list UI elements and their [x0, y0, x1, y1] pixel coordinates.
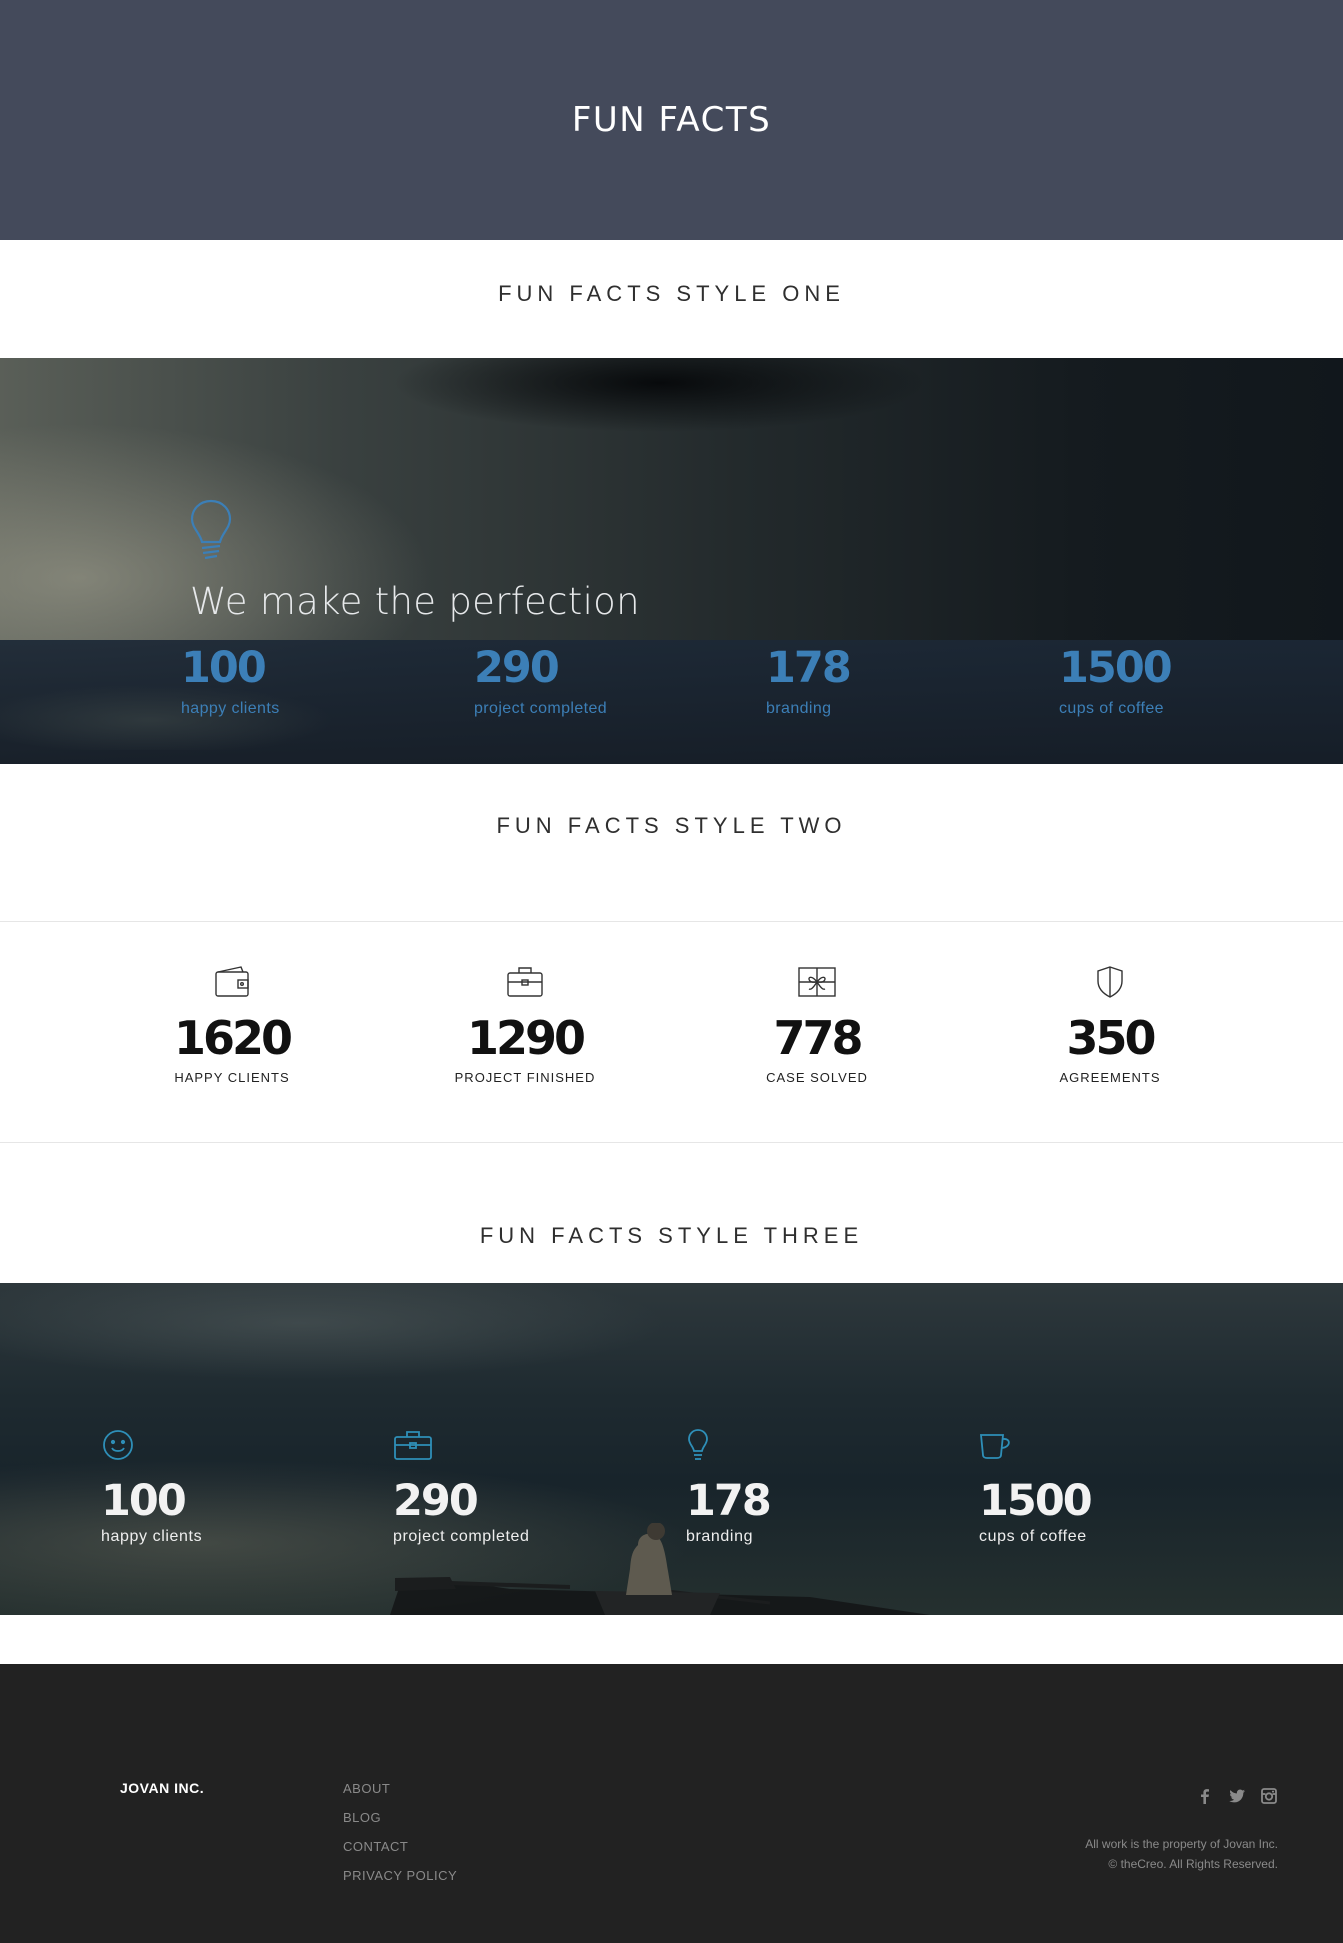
tagline: We make the perfection — [190, 580, 640, 623]
stat-label: HAPPY CLIENTS — [174, 1070, 290, 1085]
copyright-line-2: © theCreo. All Rights Reserved. — [1108, 1857, 1278, 1871]
stat-label: happy clients — [181, 700, 280, 717]
stat-case-solved: 778 CASE SOLVED — [707, 964, 927, 1085]
instagram-icon[interactable] — [1260, 1787, 1278, 1805]
stat-project-completed: 290 project completed — [393, 1428, 530, 1546]
section-title-style-two: FUN FACTS STYLE TWO — [496, 813, 847, 838]
stat-value: 1290 — [466, 1011, 586, 1065]
section-title-style-three: FUN FACTS STYLE THREE — [479, 1223, 864, 1248]
copyright: All work is the property of Jovan Inc. ©… — [1085, 1834, 1278, 1874]
shield-icon — [1097, 966, 1123, 998]
stat-agreements: 350 AGREEMENTS — [1000, 964, 1220, 1085]
footer-link-blog[interactable]: BLOG — [343, 1810, 457, 1839]
stat-value: 1620 — [173, 1011, 293, 1065]
footer-link-contact[interactable]: CONTACT — [343, 1839, 457, 1868]
stat-value: 290 — [393, 1476, 479, 1526]
facebook-icon[interactable] — [1196, 1787, 1214, 1805]
stat-value: 1500 — [979, 1476, 1093, 1526]
stat-value: 1500 — [1059, 643, 1173, 693]
briefcase-icon — [394, 1431, 432, 1460]
stat-label: happy clients — [101, 1528, 203, 1545]
stat-value: 178 — [766, 643, 852, 693]
briefcase-icon — [507, 967, 543, 997]
stat-label: branding — [686, 1528, 754, 1545]
stat-label: project completed — [393, 1528, 530, 1545]
stat-project-finished: 1290 PROJECT FINISHED — [415, 964, 635, 1085]
stat-cups-of-coffee: 1500 cups of coffee — [1059, 638, 1173, 718]
lightbulb-icon — [190, 499, 232, 560]
stat-value: 350 — [1066, 1011, 1156, 1065]
stat-happy-clients: 1620 HAPPY CLIENTS — [122, 964, 342, 1085]
stat-project-completed: 290 project completed — [474, 638, 607, 718]
footer-nav: ABOUT BLOG CONTACT PRIVACY POLICY — [343, 1781, 457, 1897]
section-title-style-one: FUN FACTS STYLE ONE — [498, 281, 845, 306]
fun-facts-style-two: 1620 HAPPY CLIENTS 1290 PROJECT FINISHED… — [0, 921, 1343, 1143]
gift-icon — [798, 967, 836, 997]
stat-value: 290 — [474, 643, 560, 693]
footer-link-about[interactable]: ABOUT — [343, 1781, 457, 1810]
stat-value: 178 — [686, 1476, 772, 1526]
footer-link-privacy-policy[interactable]: PRIVACY POLICY — [343, 1868, 457, 1897]
stat-label: AGREEMENTS — [1059, 1070, 1161, 1085]
copyright-line-1: All work is the property of Jovan Inc. — [1085, 1837, 1278, 1851]
coffee-cup-icon — [980, 1434, 1010, 1459]
stat-value: 100 — [181, 643, 267, 693]
stat-value: 778 — [773, 1011, 863, 1065]
stat-label: branding — [766, 700, 832, 717]
stat-happy-clients: 100 happy clients — [181, 638, 280, 718]
fun-facts-style-one: We make the perfection 100 happy clients… — [0, 358, 1343, 764]
stat-label: CASE SOLVED — [766, 1070, 868, 1085]
footer: JOVAN INC. ABOUT BLOG CONTACT PRIVACY PO… — [0, 1664, 1343, 1943]
footer-brand: JOVAN INC. — [120, 1780, 205, 1796]
wallet-icon — [215, 966, 249, 997]
stat-cups-of-coffee: 1500 cups of coffee — [979, 1428, 1093, 1546]
stat-happy-clients: 100 happy clients — [101, 1428, 202, 1546]
smiley-icon — [103, 1430, 133, 1460]
stat-branding: 178 branding — [686, 1428, 772, 1546]
lightbulb-icon — [688, 1429, 708, 1460]
page-header: FUN FACTS — [0, 0, 1343, 240]
fun-facts-style-three: 100 happy clients 290 project completed … — [0, 1283, 1343, 1615]
stat-label: cups of coffee — [1059, 700, 1164, 717]
stat-label: project completed — [474, 700, 608, 717]
stat-branding: 178 branding — [766, 638, 852, 718]
stat-value: 100 — [101, 1476, 187, 1526]
social-links — [1196, 1787, 1278, 1805]
page-title: FUN FACTS — [571, 100, 772, 140]
stat-label: cups of coffee — [979, 1528, 1087, 1545]
twitter-icon[interactable] — [1228, 1787, 1246, 1805]
stat-label: PROJECT FINISHED — [454, 1070, 596, 1085]
